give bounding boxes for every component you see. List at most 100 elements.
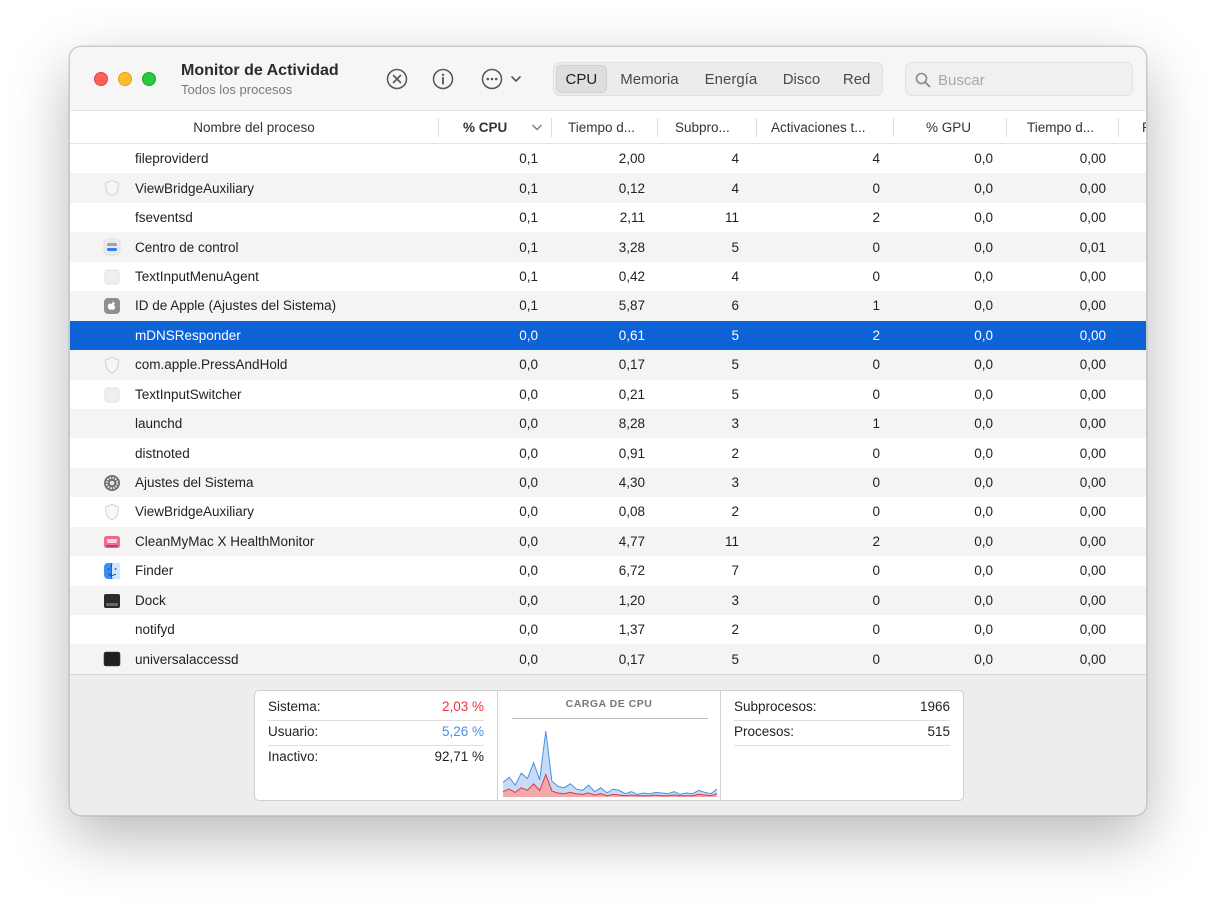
- finder-icon: [103, 562, 121, 580]
- process-name: Dock: [135, 592, 166, 608]
- search-field[interactable]: [905, 62, 1133, 96]
- chart-rule: [512, 718, 708, 719]
- table-row[interactable]: fseventsd 0,1 2,11 11 2 0,0 0,00: [70, 203, 1146, 232]
- table-row[interactable]: ID de Apple (Ajustes del Sistema) 0,1 5,87…: [70, 291, 1146, 321]
- cell-gpu: 0,0: [974, 416, 993, 432]
- table-row[interactable]: TextInputMenuAgent 0,1 0,42 4 0 0,0 0,00: [70, 262, 1146, 291]
- cpu-load-graph: [502, 730, 718, 797]
- cell-gpu: 0,0: [974, 357, 993, 373]
- close-window-button[interactable]: [94, 72, 108, 86]
- cell-time: 2,00: [618, 151, 645, 167]
- table-row[interactable]: TextInputSwitcher 0,0 0,21 5 0 0,0 0,00: [70, 380, 1146, 409]
- cell-gputime: 0,00: [1079, 151, 1106, 167]
- cell-wakeups: 0: [872, 357, 880, 373]
- process-name: distnoted: [135, 445, 190, 461]
- zoom-window-button[interactable]: [142, 72, 156, 86]
- process-table: fileproviderd 0,1 2,00 4 4 0,0 0,00 ViewBridgeA…: [70, 144, 1146, 674]
- cell-gpu: 0,0: [974, 327, 993, 343]
- info-icon: [432, 68, 454, 90]
- cell-gputime: 0,01: [1079, 239, 1106, 255]
- cell-cpu: 0,0: [519, 416, 538, 432]
- tab-disco[interactable]: Disco: [770, 65, 834, 93]
- gear-icon: [103, 474, 121, 492]
- minimize-window-button[interactable]: [118, 72, 132, 86]
- cell-threads: 2: [731, 622, 739, 638]
- search-icon: [915, 72, 931, 88]
- cell-cpu: 0,1: [519, 180, 538, 196]
- cell-wakeups: 0: [872, 386, 880, 402]
- cell-threads: 5: [731, 357, 739, 373]
- cell-threads: 3: [731, 416, 739, 432]
- table-row[interactable]: mDNSResponder 0,0 0,61 5 2 0,0 0,00: [70, 320, 1146, 351]
- process-name: fileproviderd: [135, 151, 209, 167]
- cell-wakeups: 0: [872, 504, 880, 520]
- cell-threads: 5: [731, 239, 739, 255]
- cell-wakeups: 2: [872, 210, 880, 226]
- more-actions-button[interactable]: [481, 67, 525, 91]
- cell-gpu: 0,0: [974, 268, 993, 284]
- cell-threads: 3: [731, 475, 739, 491]
- stat-usuario-label: Usuario:: [268, 724, 319, 739]
- column-header-idle-wakeups[interactable]: Activaciones t...: [756, 111, 893, 144]
- column-header-threads[interactable]: Subpro...: [657, 111, 756, 144]
- column-header-cpu-time[interactable]: Tiempo d...: [551, 111, 657, 144]
- table-row[interactable]: ViewBridgeAuxiliary 0,0 0,08 2 0 0,0 0,00: [70, 497, 1146, 526]
- table-row[interactable]: launchd 0,0 8,28 3 1 0,0 0,00: [70, 408, 1146, 439]
- process-name: ViewBridgeAuxiliary: [135, 504, 255, 520]
- shield-icon: [103, 179, 121, 197]
- cell-wakeups: 1: [872, 416, 880, 432]
- cell-time: 4,77: [618, 533, 645, 549]
- cell-time: 1,20: [618, 592, 645, 608]
- cell-time: 0,12: [618, 180, 645, 196]
- cell-wakeups: 1: [872, 298, 880, 314]
- cell-time: 0,08: [618, 504, 645, 520]
- cell-time: 3,28: [618, 239, 645, 255]
- activity-monitor-window: Monitor de Actividad Todos los procesos: [69, 46, 1147, 816]
- cell-cpu: 0,0: [519, 475, 538, 491]
- toolbar: Monitor de Actividad Todos los procesos: [70, 47, 1146, 111]
- process-name: com.apple.PressAndHold: [135, 357, 288, 373]
- tab-energia[interactable]: Energía: [692, 65, 770, 93]
- cell-wakeups: 4: [872, 151, 880, 167]
- cell-time: 1,37: [618, 622, 645, 638]
- divider: [734, 745, 950, 746]
- stat-sistema: Sistema: 2,03 %: [268, 696, 484, 720]
- table-row[interactable]: Dock 0,0 1,20 3 0 0,0 0,00: [70, 585, 1146, 615]
- cpu-load-chart: CARGA DE CPU: [497, 691, 721, 800]
- cell-gputime: 0,00: [1079, 592, 1106, 608]
- cell-gputime: 0,00: [1079, 268, 1106, 284]
- cell-wakeups: 0: [872, 563, 880, 579]
- process-name: Centro de control: [135, 239, 239, 255]
- window-subtitle: Todos los procesos: [181, 82, 293, 97]
- stop-process-button[interactable]: [385, 67, 409, 91]
- table-row[interactable]: universalaccessd 0,0 0,17 5 0 0,0 0,00: [70, 644, 1146, 674]
- stat-subprocesos: Subprocesos: 1966: [734, 696, 950, 720]
- table-row[interactable]: Finder 0,0 6,72 7 0 0,0 0,00: [70, 556, 1146, 585]
- window-title: Monitor de Actividad: [181, 62, 339, 79]
- tab-cpu[interactable]: CPU: [556, 65, 607, 93]
- stat-sistema-value: 2,03 %: [441, 699, 484, 714]
- table-row[interactable]: distnoted 0,0 0,91 2 0 0,0 0,00: [70, 438, 1146, 467]
- column-header-process-name[interactable]: Nombre del proceso: [70, 111, 438, 144]
- cell-time: 2,11: [619, 210, 645, 226]
- table-row[interactable]: notifyd 0,0 1,37 2 0 0,0 0,00: [70, 615, 1146, 644]
- column-header-gpu-time[interactable]: Tiempo d...: [1006, 111, 1118, 144]
- search-input[interactable]: [938, 69, 1123, 91]
- table-row[interactable]: Ajustes del Sistema 0,0 4,30 3 0 0,0 0,00: [70, 467, 1146, 498]
- shield-icon: [103, 503, 121, 521]
- view-tabs: CPU Memoria Energía Disco Red: [553, 62, 883, 96]
- info-button[interactable]: [431, 67, 455, 91]
- process-name: Finder: [135, 563, 174, 579]
- apple-icon: [103, 297, 121, 315]
- table-row[interactable]: ViewBridgeAuxiliary 0,1 0,12 4 0 0,0 0,00: [70, 173, 1146, 203]
- cell-wakeups: 0: [872, 239, 880, 255]
- tab-memoria[interactable]: Memoria: [607, 65, 692, 93]
- column-header-pid[interactable]: P: [1118, 111, 1146, 144]
- column-header-gpu[interactable]: % GPU: [893, 111, 1006, 144]
- table-row[interactable]: Centro de control 0,1 3,28 5 0 0,0 0,01: [70, 232, 1146, 262]
- table-row[interactable]: CleanMyMac X HealthMonitor 0,0 4,77 11 2 0,0 0…: [70, 526, 1146, 557]
- table-row[interactable]: fileproviderd 0,1 2,00 4 4 0,0 0,00: [70, 144, 1146, 173]
- tab-red[interactable]: Red: [833, 65, 880, 93]
- table-row[interactable]: com.apple.PressAndHold 0,0 0,17 5 0 0,0 0,00: [70, 350, 1146, 380]
- process-name: TextInputSwitcher: [135, 386, 242, 402]
